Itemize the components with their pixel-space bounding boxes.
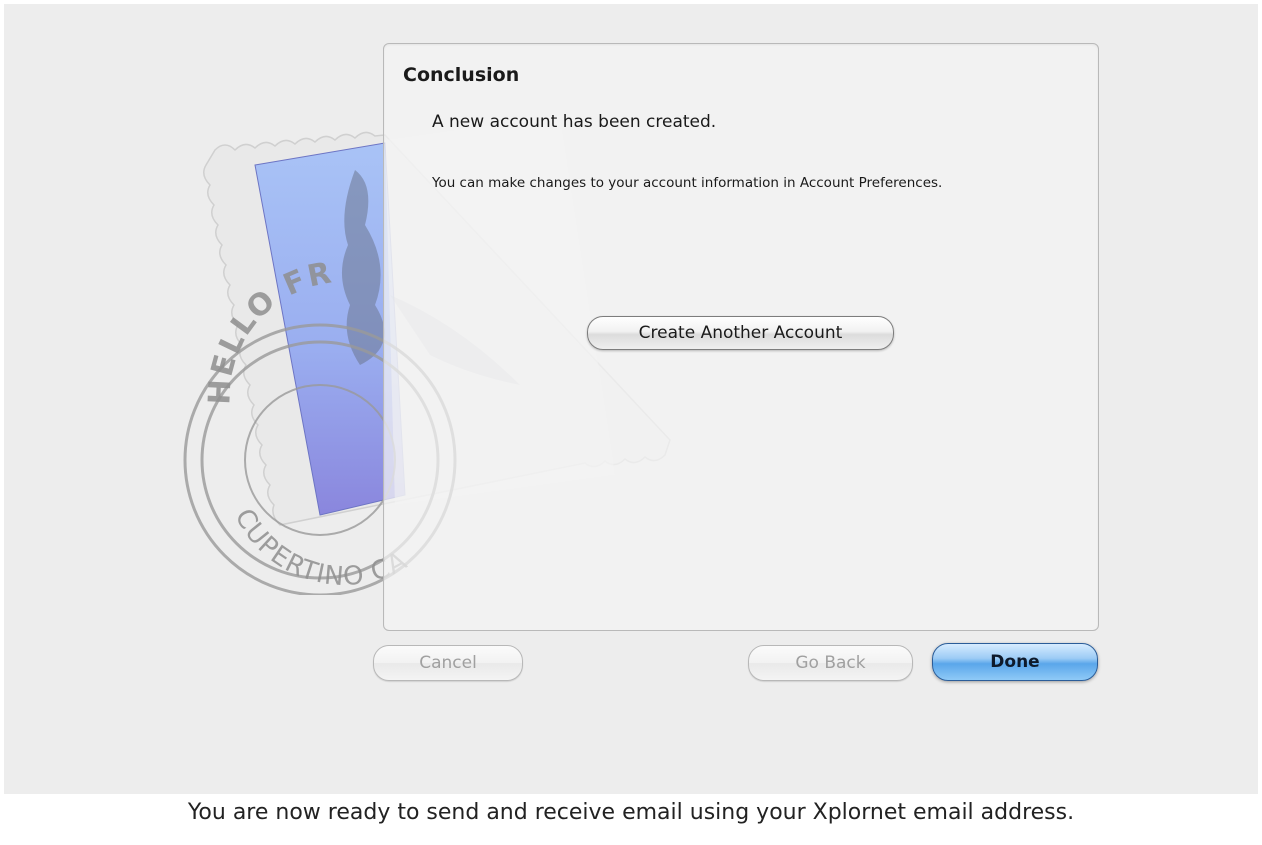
done-button[interactable]: Done (932, 643, 1098, 681)
account-preferences-message: You can make changes to your account inf… (432, 175, 943, 191)
cancel-button[interactable]: Cancel (373, 645, 523, 681)
screen: HELLO FR CUPERTINO CA Conclusion A new a… (0, 0, 1262, 845)
instruction-caption: You are now ready to send and receive em… (187, 800, 1075, 825)
panel-title: Conclusion (403, 64, 520, 86)
create-another-account-button[interactable]: Create Another Account (587, 316, 894, 350)
go-back-button[interactable]: Go Back (748, 645, 913, 681)
account-created-message: A new account has been created. (432, 112, 717, 132)
